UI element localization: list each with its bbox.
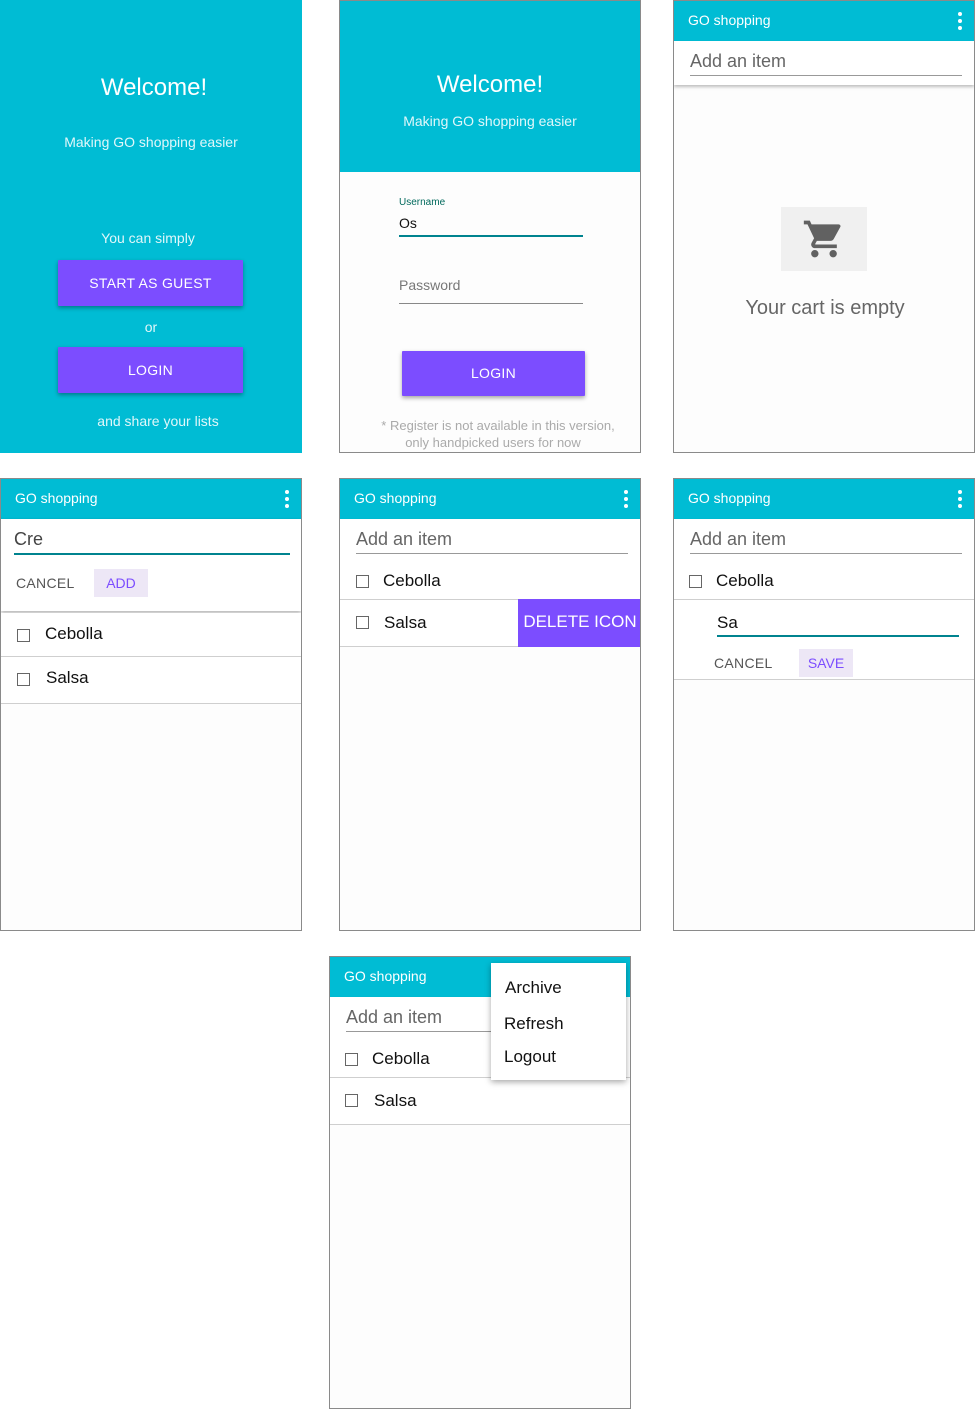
add-item-input[interactable]: Add an item — [690, 529, 786, 550]
username-label: Username — [399, 197, 446, 208]
item-checkbox[interactable] — [345, 1053, 358, 1066]
simply-text: You can simply — [101, 230, 195, 246]
list-item[interactable]: Salsa DELETE ICON — [340, 599, 640, 647]
add-item-input[interactable]: Add an item — [346, 1007, 442, 1028]
add-item-card: Add an item — [340, 519, 640, 563]
app-title: GO shopping — [688, 12, 771, 28]
app-title: GO shopping — [15, 490, 98, 506]
app-title: GO shopping — [354, 490, 437, 506]
cancel-button[interactable]: CANCEL — [714, 655, 773, 671]
menu-item-archive[interactable]: Archive — [505, 978, 562, 998]
more-vert-icon[interactable] — [958, 490, 962, 508]
register-note-2: only handpicked users for now — [405, 435, 581, 450]
login-button[interactable]: LOGIN — [58, 347, 243, 393]
add-item-input[interactable]: Cre — [14, 529, 290, 555]
list-item[interactable]: Cebolla — [340, 563, 640, 600]
item-label: Salsa — [374, 1091, 417, 1110]
add-button[interactable]: ADD — [94, 569, 148, 597]
share-text: and share your lists — [97, 413, 219, 429]
login-screen: Welcome! Making GO shopping easier Usern… — [339, 0, 641, 453]
more-vert-icon[interactable] — [958, 12, 962, 30]
overflow-menu: Archive Refresh Logout — [491, 963, 626, 1080]
item-checkbox[interactable] — [17, 629, 30, 642]
item-checkbox[interactable] — [17, 673, 30, 686]
login-subtitle: Making GO shopping easier — [403, 113, 577, 129]
cart-icon — [803, 220, 841, 258]
app-title: GO shopping — [688, 490, 771, 506]
start-as-guest-button[interactable]: START AS GUEST — [58, 260, 243, 306]
register-note-1: * Register is not available in this vers… — [381, 418, 615, 433]
item-label: Cebolla — [45, 624, 103, 643]
item-label: Salsa — [384, 613, 427, 632]
login-header: Welcome! Making GO shopping easier — [340, 1, 640, 172]
menu-item-logout[interactable]: Logout — [504, 1047, 556, 1067]
empty-cart-screen: GO shopping Add an item Your cart is emp… — [673, 0, 975, 453]
edit-item-input[interactable]: Sa — [717, 613, 959, 637]
item-label: Cebolla — [372, 1049, 430, 1068]
list-item[interactable]: Salsa — [330, 1078, 630, 1125]
login-title: Welcome! — [436, 71, 544, 98]
empty-cart-message: Your cart is empty — [745, 297, 905, 319]
app-bar: GO shopping — [674, 479, 974, 519]
save-button[interactable]: SAVE — [799, 649, 853, 677]
add-item-expanded-card: Cre CANCEL ADD — [1, 519, 301, 611]
overflow-menu-screen: GO shopping Add an item Cebolla Salsa Ar… — [329, 956, 631, 1409]
or-text: or — [144, 319, 158, 335]
cancel-button[interactable]: CANCEL — [16, 575, 75, 591]
welcome-screen: Welcome! Making GO shopping easier You c… — [0, 0, 302, 453]
item-checkbox[interactable] — [345, 1094, 358, 1107]
item-checkbox[interactable] — [689, 575, 702, 588]
add-item-input[interactable]: Add an item — [356, 529, 452, 550]
welcome-subtitle: Making GO shopping easier — [64, 134, 238, 150]
menu-item-refresh[interactable]: Refresh — [504, 1014, 564, 1034]
cart-icon-box — [781, 207, 867, 271]
item-label: Salsa — [46, 668, 89, 687]
app-bar: GO shopping — [1, 479, 301, 519]
username-field[interactable]: Os — [399, 215, 583, 237]
item-checkbox[interactable] — [356, 575, 369, 588]
login-submit-button[interactable]: LOGIN — [402, 351, 585, 396]
list-item[interactable]: Cebolla — [674, 563, 974, 600]
swipe-delete-screen: GO shopping Add an item Cebolla Salsa DE… — [339, 478, 641, 931]
delete-button[interactable]: DELETE ICON — [518, 599, 640, 647]
app-bar: GO shopping — [674, 1, 974, 41]
add-item-card: Add an item — [674, 519, 974, 563]
app-bar: GO shopping — [340, 479, 640, 519]
welcome-title: Welcome! — [100, 74, 208, 101]
list-item-editing: Sa CANCEL SAVE — [674, 600, 974, 680]
item-label: Cebolla — [716, 571, 774, 590]
list-item[interactable]: Cebolla — [1, 613, 301, 657]
more-vert-icon[interactable] — [285, 490, 289, 508]
item-checkbox[interactable] — [356, 616, 369, 629]
item-label: Cebolla — [383, 571, 441, 590]
password-field[interactable]: Password — [399, 277, 583, 304]
list-item[interactable]: Salsa — [1, 657, 301, 704]
app-title: GO shopping — [344, 968, 427, 984]
editing-item-screen: GO shopping Add an item Cebolla Sa CANCE… — [673, 478, 975, 931]
add-item-input[interactable]: Add an item — [690, 51, 786, 72]
adding-item-screen: GO shopping Cre CANCEL ADD Cebolla Salsa — [0, 478, 302, 931]
add-item-card: Add an item — [674, 41, 974, 85]
more-vert-icon[interactable] — [624, 490, 628, 508]
